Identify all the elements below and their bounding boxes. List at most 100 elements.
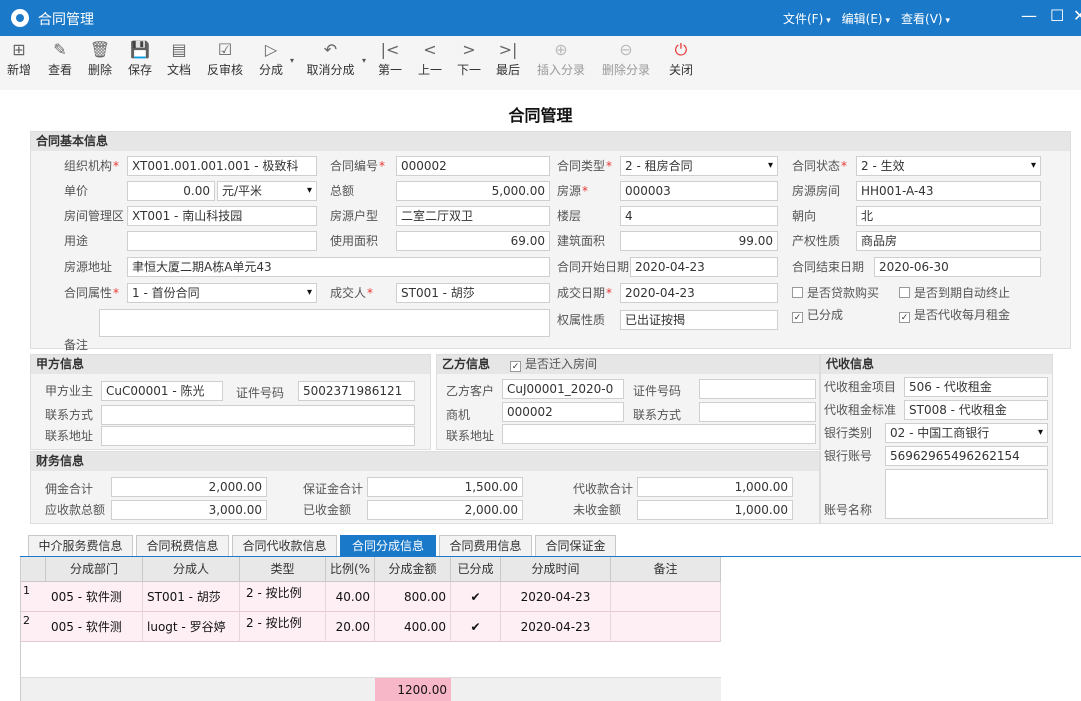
maximize-icon[interactable]: ☐ <box>1050 6 1064 25</box>
dealer-field[interactable]: ST001 - 胡莎 <box>396 283 550 303</box>
end-date-field[interactable]: 2020-06-30 <box>874 257 1041 277</box>
unreceived-field[interactable]: 1,000.00 <box>637 500 793 520</box>
area-mgmt-field[interactable]: XT001 - 南山科技园 <box>127 206 317 226</box>
source-field[interactable]: 000003 <box>620 181 778 201</box>
proxy-field[interactable]: 1,000.00 <box>637 477 793 497</box>
deposit-field[interactable]: 1,500.00 <box>367 477 523 497</box>
delete-button[interactable]: 🗑 删除 <box>85 40 115 86</box>
received-field[interactable]: 2,000.00 <box>367 500 523 520</box>
party-a-id-field[interactable]: 5002371986121 <box>298 381 415 401</box>
next-button[interactable]: > 下一 <box>454 40 484 86</box>
close-button[interactable]: ⏻ 关闭 <box>666 40 696 86</box>
collect-item-field[interactable]: 506 - 代收租金 <box>904 377 1048 397</box>
unapprove-button[interactable]: ☑ 反审核 <box>204 40 246 86</box>
auto-end-checkbox[interactable]: 是否到期自动终止 <box>899 283 1010 303</box>
cell-type[interactable]: 2 - 按比例 <box>240 582 326 612</box>
delete-entry-button[interactable]: ⊖ 删除分录 <box>600 40 652 86</box>
cell-type[interactable]: 2 - 按比例 <box>240 612 326 642</box>
minimize-icon[interactable]: — <box>1021 6 1037 25</box>
start-date-field[interactable]: 2020-04-23 <box>630 257 778 277</box>
remark-field[interactable] <box>99 309 550 337</box>
moved-in-checkbox[interactable]: ✓ 是否迁入房间 <box>510 354 597 374</box>
ownership-field[interactable]: 已出证按揭 <box>620 310 778 330</box>
attr-select[interactable]: 1 - 首份合同 <box>127 283 317 303</box>
party-b-addr-field[interactable] <box>502 424 816 444</box>
agent-field[interactable]: 000002 <box>502 402 624 422</box>
cell-person[interactable]: ST001 - 胡莎 <box>143 582 240 612</box>
party-a-addr-field[interactable] <box>101 426 415 446</box>
view-button[interactable]: ✎ 查看 <box>45 40 75 86</box>
menu-edit[interactable]: 编辑(E) <box>842 10 890 27</box>
party-a-contact-field[interactable] <box>101 405 415 425</box>
unit-select[interactable]: 元/平米 <box>217 181 317 201</box>
tab-tax-fee[interactable]: 合同税费信息 <box>136 535 229 557</box>
cell-amount[interactable]: 400.00 <box>375 612 451 642</box>
col-dept[interactable]: 分成部门 <box>46 557 143 582</box>
customer-field[interactable]: CuJ00001_2020-0 <box>502 379 624 399</box>
commission-field[interactable]: 2,000.00 <box>111 477 267 497</box>
tab-split[interactable]: 合同分成信息 <box>340 535 436 557</box>
collect-rent-checkbox[interactable]: ✓ 是否代收每月租金 <box>899 305 1010 325</box>
contract-no-field[interactable]: 000002 <box>396 156 550 176</box>
party-b-id-field[interactable] <box>699 379 816 399</box>
table-row[interactable]: 1 005 - 软件测 ST001 - 胡莎 2 - 按比例 40.00 800… <box>21 582 721 612</box>
use-area-field[interactable]: 69.00 <box>396 231 550 251</box>
last-button[interactable]: >| 最后 <box>493 40 523 86</box>
cell-ratio[interactable]: 20.00 <box>326 612 375 642</box>
save-button[interactable]: 💾 保存 <box>125 40 155 86</box>
house-type-field[interactable]: 二室二厅双卫 <box>396 206 550 226</box>
collect-std-field[interactable]: ST008 - 代收租金 <box>904 400 1048 420</box>
close-window-icon[interactable]: ✕ <box>1073 6 1081 25</box>
col-split[interactable]: 已分成 <box>451 557 501 582</box>
acct-name-field[interactable] <box>885 469 1048 519</box>
tab-expense[interactable]: 合同费用信息 <box>439 535 532 557</box>
bank-acct-field[interactable]: 56962965496262154 <box>885 446 1048 466</box>
unit-price-field[interactable]: 0.00 <box>127 181 215 201</box>
purpose-field[interactable] <box>127 231 317 251</box>
tab-deposit[interactable]: 合同保证金 <box>535 535 616 557</box>
deal-date-field[interactable]: 2020-04-23 <box>620 283 778 303</box>
bank-type-select[interactable]: 02 - 中国工商银行 <box>885 423 1048 443</box>
cancel-split-dropdown-icon[interactable]: ▾ <box>362 56 366 65</box>
property-field[interactable]: 商品房 <box>856 231 1041 251</box>
floor-field[interactable]: 4 <box>620 206 778 226</box>
address-field[interactable]: 聿恒大厦二期A栋A单元43 <box>127 257 550 277</box>
cell-split-check[interactable]: ✔ <box>451 612 501 642</box>
cell-remark[interactable] <box>611 612 721 642</box>
room-field[interactable]: HH001-A-43 <box>856 181 1041 201</box>
insert-entry-button[interactable]: ⊕ 插入分录 <box>535 40 587 86</box>
total-field[interactable]: 5,000.00 <box>396 181 550 201</box>
prev-button[interactable]: < 上一 <box>415 40 445 86</box>
cell-remark[interactable] <box>611 582 721 612</box>
first-button[interactable]: |< 第一 <box>375 40 405 86</box>
loan-checkbox[interactable]: 是否贷款购买 <box>792 283 879 303</box>
cell-split-check[interactable]: ✔ <box>451 582 501 612</box>
cell-person[interactable]: luogt - 罗谷婷 <box>143 612 240 642</box>
cell-time[interactable]: 2020-04-23 <box>501 612 611 642</box>
owner-field[interactable]: CuC00001 - 陈光 <box>101 381 223 401</box>
col-person[interactable]: 分成人 <box>143 557 240 582</box>
menu-view[interactable]: 查看(V) <box>901 10 950 27</box>
orientation-field[interactable]: 北 <box>856 206 1041 226</box>
split-checkbox[interactable]: ✓ 已分成 <box>792 305 843 325</box>
cell-time[interactable]: 2020-04-23 <box>501 582 611 612</box>
cancel-split-button[interactable]: ↶ 取消分成 ▾ <box>303 40 366 86</box>
contract-type-select[interactable]: 2 - 租房合同 <box>620 156 778 176</box>
col-ratio[interactable]: 比例(% <box>326 557 375 582</box>
cell-ratio[interactable]: 40.00 <box>326 582 375 612</box>
col-time[interactable]: 分成时间 <box>501 557 611 582</box>
tab-agency-fee[interactable]: 中介服务费信息 <box>28 535 133 557</box>
tab-collection[interactable]: 合同代收款信息 <box>232 535 337 557</box>
cell-amount[interactable]: 800.00 <box>375 582 451 612</box>
org-field[interactable]: XT001.001.001.001 - 极致科 <box>127 156 317 176</box>
split-button[interactable]: ▷ 分成 ▾ <box>256 40 294 86</box>
document-button[interactable]: ▤ 文档 <box>164 40 194 86</box>
menu-file[interactable]: 文件(F) <box>783 10 831 27</box>
table-row[interactable]: 2 005 - 软件测 luogt - 罗谷婷 2 - 按比例 20.00 40… <box>21 612 721 642</box>
contract-status-select[interactable]: 2 - 生效 <box>856 156 1041 176</box>
cell-dept[interactable]: 005 - 软件测 <box>46 612 143 642</box>
cell-dept[interactable]: 005 - 软件测 <box>46 582 143 612</box>
col-remark[interactable]: 备注 <box>611 557 721 582</box>
receivable-field[interactable]: 3,000.00 <box>111 500 267 520</box>
build-area-field[interactable]: 99.00 <box>620 231 778 251</box>
